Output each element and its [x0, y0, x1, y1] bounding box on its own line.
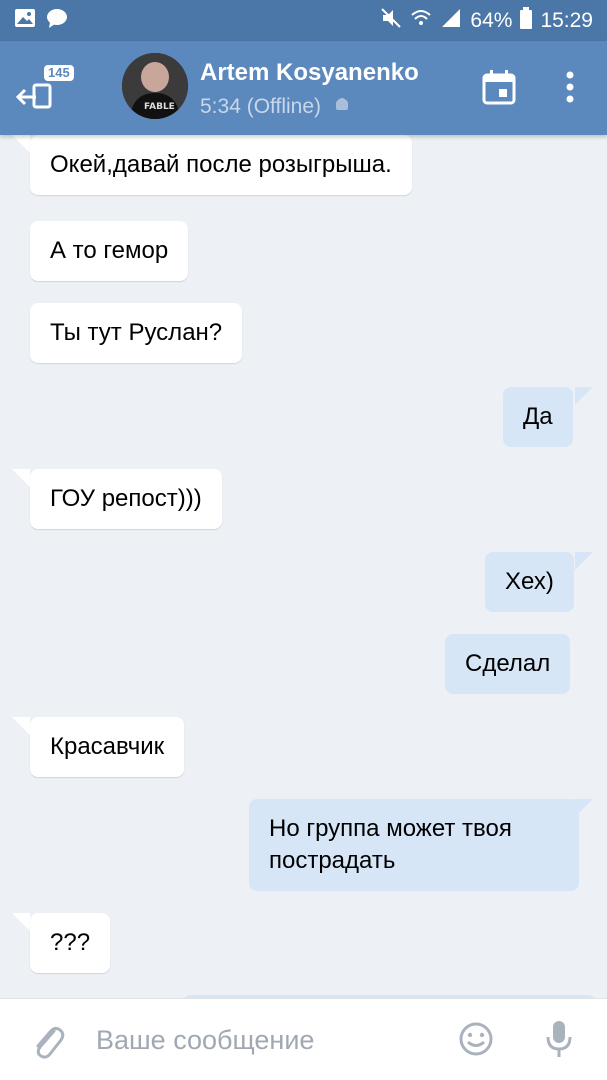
bubble-tail	[12, 913, 30, 931]
bubble-tail	[12, 469, 30, 487]
message-incoming[interactable]: ГОУ репост)))	[30, 469, 222, 529]
message-incoming[interactable]: А то гемор	[30, 221, 189, 281]
message-outgoing[interactable]: Но группа может твоя пострадать	[249, 799, 579, 891]
bubble-tail	[575, 552, 593, 570]
calendar-button[interactable]	[482, 69, 516, 105]
clock: 15:29	[540, 8, 593, 32]
mute-icon	[380, 7, 402, 35]
attach-icon[interactable]	[30, 1021, 66, 1066]
message-list[interactable]: Окей,давай после розыгрыша. А то гемор Т…	[0, 135, 607, 998]
avatar[interactable]: FABLE	[122, 53, 188, 119]
message-input[interactable]: Ваше сообщение	[96, 1025, 314, 1056]
back-button[interactable]: 145	[14, 65, 78, 113]
svg-text:FABLE: FABLE	[144, 102, 175, 112]
emoji-icon[interactable]	[458, 1021, 494, 1062]
message-composer: Ваше сообщение	[0, 998, 607, 1080]
microphone-icon[interactable]	[545, 1019, 573, 1064]
message-incoming[interactable]: Ты тут Руслан?	[30, 303, 243, 363]
wifi-icon	[410, 7, 432, 35]
status-bar: 64% 15:29	[0, 0, 607, 41]
message-outgoing[interactable]: Хех)	[485, 552, 574, 612]
battery-percent: 64%	[470, 8, 513, 32]
message-notification-icon	[46, 8, 68, 34]
bubble-tail	[12, 717, 30, 735]
message-outgoing[interactable]: Да	[503, 387, 573, 447]
android-icon	[335, 95, 349, 119]
contact-name[interactable]: Artem Kosyanenko	[200, 59, 419, 87]
calendar-icon	[482, 70, 516, 109]
signal-icon	[440, 7, 462, 35]
back-arrow-icon	[14, 79, 52, 114]
unread-count-badge: 145	[44, 65, 74, 81]
more-vertical-icon	[555, 71, 585, 109]
message-outgoing[interactable]: Сделал	[445, 634, 571, 694]
contact-status: 5:34 (Offline)	[200, 95, 440, 119]
bubble-tail	[12, 135, 30, 153]
bubble-tail	[575, 387, 593, 405]
message-incoming[interactable]: ???	[30, 913, 111, 973]
battery-icon	[520, 6, 533, 35]
gallery-notification-icon	[14, 8, 36, 34]
more-options-button[interactable]	[555, 69, 585, 105]
chat-toolbar: 145 FABLE Artem Kosyanenko 5:34 (Offline…	[0, 41, 607, 135]
message-incoming[interactable]: Окей,давай после розыгрыша.	[30, 135, 412, 195]
message-incoming[interactable]: Красавчик	[30, 717, 185, 777]
